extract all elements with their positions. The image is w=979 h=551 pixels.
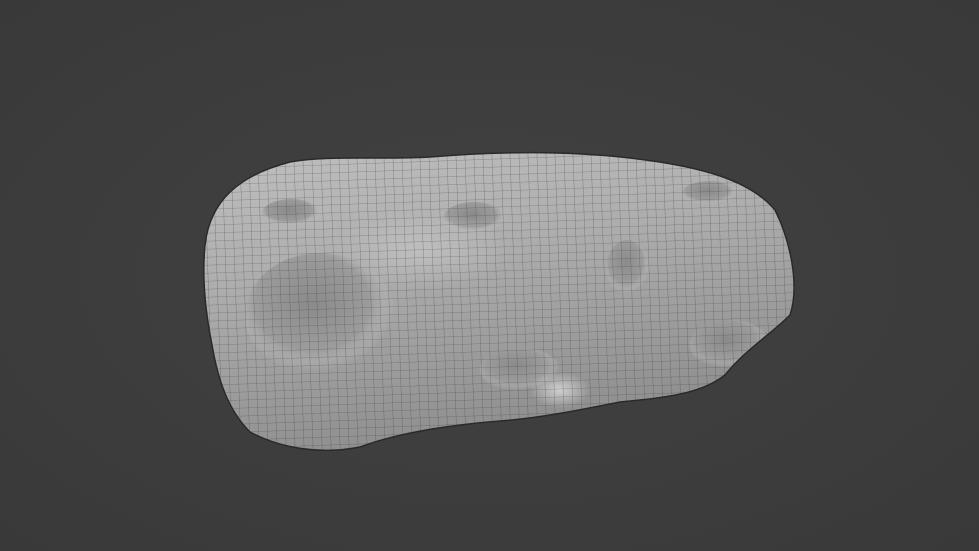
- 3d-viewport[interactable]: [0, 0, 979, 551]
